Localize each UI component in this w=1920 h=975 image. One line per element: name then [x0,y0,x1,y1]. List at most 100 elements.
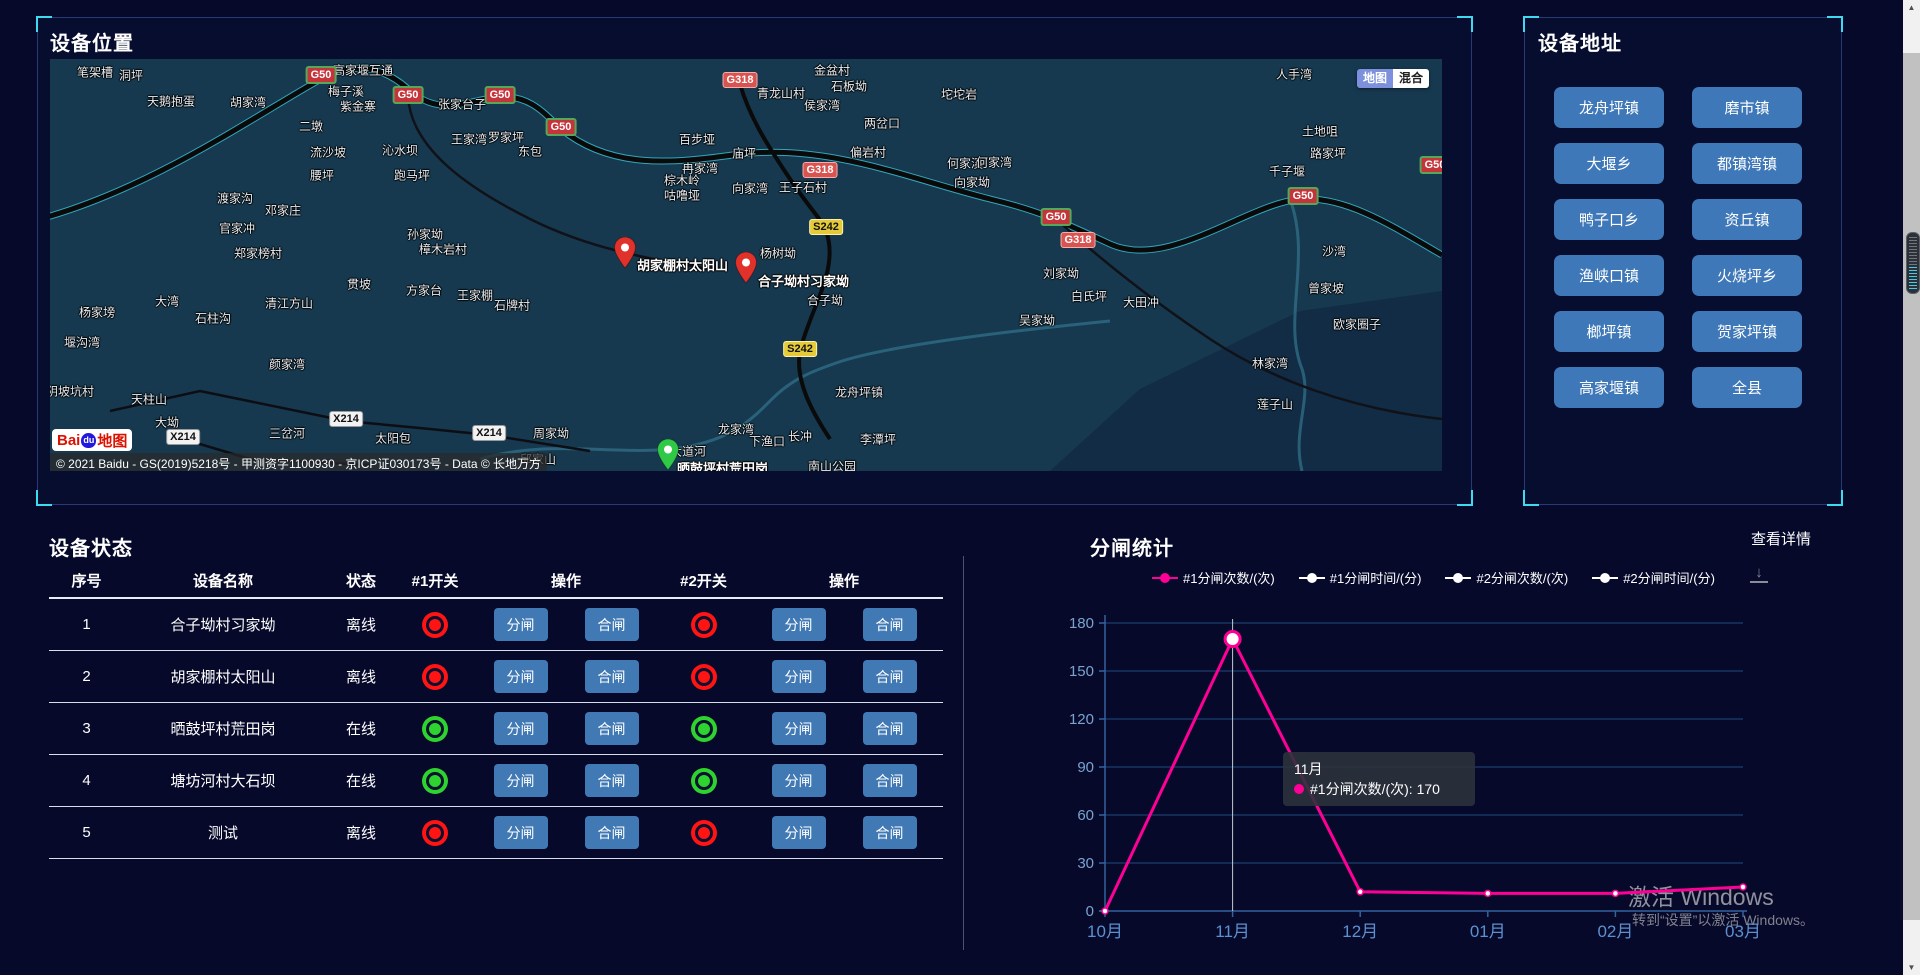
section-divider [963,556,964,950]
address-button[interactable]: 鸭子口乡 [1554,199,1664,240]
close-switch-button[interactable]: 合闸 [585,660,639,693]
map-place-label: 向家坳 [954,174,990,191]
switch-indicator-off [400,664,470,690]
scrollbar-widget[interactable] [1906,232,1920,294]
device-location-panel: 设备位置 笔架槽洞坪天鹅抱蛋胡家湾高家堰互通梅子溪紫金寨张家台子金盆村石板坳青龙… [37,17,1472,505]
operation-cell: 分闸 合闸 [470,816,662,849]
map-place-label: 东包 [518,143,542,160]
tooltip-title: 11月 [1294,759,1464,779]
open-switch-button[interactable]: 分闸 [772,712,826,745]
open-switch-button[interactable]: 分闸 [494,764,548,797]
map-type-option-map[interactable]: 地图 [1357,69,1393,88]
close-switch-button[interactable]: 合闸 [863,712,917,745]
cell-status: 离线 [322,666,400,687]
view-details-link[interactable]: 查看详情 [1751,528,1811,549]
legend-item[interactable]: #1分闸时间/(分) [1299,568,1422,587]
download-icon[interactable]: ↓ [1750,566,1768,583]
column-header: 序号 [49,570,124,591]
svg-text:0: 0 [1086,903,1094,920]
close-switch-button[interactable]: 合闸 [863,608,917,641]
operation-cell: 分闸 合闸 [470,712,662,745]
scrollbar-down-arrow[interactable]: ▼ [1903,963,1920,972]
legend-item[interactable]: #1分闸次数/(次) [1152,568,1275,587]
map-place-label: 张家台子 [438,96,486,113]
baidu-map[interactable]: 笔架槽洞坪天鹅抱蛋胡家湾高家堰互通梅子溪紫金寨张家台子金盆村石板坳青龙山村侯家湾… [50,59,1442,471]
baidu-logo: Baidu地图 [52,429,132,451]
status-section-title: 设备状态 [49,532,133,561]
svg-text:180: 180 [1069,615,1094,632]
open-switch-button[interactable]: 分闸 [772,608,826,641]
switch-indicator-off [400,820,470,846]
address-button[interactable]: 资丘镇 [1692,199,1802,240]
address-button[interactable]: 榔坪镇 [1554,311,1664,352]
scrollbar-thumb[interactable] [1903,53,1920,920]
map-place-label: 百步垭 [679,131,715,148]
map-type-option-hybrid[interactable]: 混合 [1393,69,1429,88]
road-shield: G318 [803,162,838,178]
open-switch-button[interactable]: 分闸 [494,660,548,693]
close-switch-button[interactable]: 合闸 [585,712,639,745]
map-pin-label: 合子坳村习家坳 [758,271,849,290]
legend-item[interactable]: #2分闸次数/(次) [1445,568,1568,587]
map-pin-red[interactable] [614,237,636,269]
map-type-control[interactable]: 地图 混合 [1357,69,1429,88]
column-header: 操作 [470,570,662,591]
address-button[interactable]: 火烧坪乡 [1692,255,1802,296]
operation-cell: 分闸 合闸 [470,764,662,797]
close-switch-button[interactable]: 合闸 [585,608,639,641]
map-place-label: 天鹅抱蛋 [147,93,195,110]
address-button[interactable]: 磨市镇 [1692,87,1802,128]
cell-index: 2 [49,668,124,685]
map-place-label: 周家坳 [533,425,569,442]
corner-decoration [1827,490,1843,506]
map-place-label: 庙坪 [732,145,756,162]
switch-indicator-on [400,768,470,794]
close-switch-button[interactable]: 合闸 [863,660,917,693]
legend-label: #1分闸时间/(分) [1330,568,1422,587]
map-place-label: 龙家湾 [718,421,754,438]
baidu-logo-text: Bai [57,432,80,449]
operation-cell: 分闸 合闸 [745,660,943,693]
column-header: 操作 [745,570,943,591]
close-switch-button[interactable]: 合闸 [585,816,639,849]
map-place-label: 杨家塝 [79,304,115,321]
close-switch-button[interactable]: 合闸 [863,816,917,849]
scrollbar-up-arrow[interactable]: ▲ [1903,3,1920,12]
address-button[interactable]: 渔峡口镇 [1554,255,1664,296]
address-button[interactable]: 全县 [1692,367,1802,408]
open-switch-button[interactable]: 分闸 [772,816,826,849]
address-button[interactable]: 都镇湾镇 [1692,143,1802,184]
open-switch-button[interactable]: 分闸 [494,816,548,849]
map-place-label: 沙湾 [1322,243,1346,260]
road-shield: G50 [393,86,424,104]
address-button[interactable]: 龙舟坪镇 [1554,87,1664,128]
address-button[interactable]: 大堰乡 [1554,143,1664,184]
map-pin-green[interactable] [657,439,679,471]
open-switch-button[interactable]: 分闸 [494,608,548,641]
map-place-label: 流沙坡 [310,144,346,161]
open-switch-button[interactable]: 分闸 [772,764,826,797]
legend-item[interactable]: #2分闸时间/(分) [1592,568,1715,587]
cell-status: 在线 [322,770,400,791]
corner-decoration [1457,490,1473,506]
map-place-label: 白氏坪 [1071,288,1107,305]
close-switch-button[interactable]: 合闸 [585,764,639,797]
map-panel-title: 设备位置 [50,27,134,56]
close-switch-button[interactable]: 合闸 [863,764,917,797]
map-place-label: 贯坡 [347,276,371,293]
table-row: 2胡家棚村太阳山离线分闸合闸分闸合闸 [49,651,943,703]
road-shield: G50 [1420,156,1442,174]
road-shield: S242 [783,341,817,357]
map-place-label: 李潭坪 [860,431,896,448]
open-switch-button[interactable]: 分闸 [494,712,548,745]
address-button[interactable]: 贺家坪镇 [1692,311,1802,352]
switch-indicator-off [662,820,745,846]
open-switch-button[interactable]: 分闸 [772,660,826,693]
map-pin-red[interactable] [735,252,757,284]
map-place-label: 胡家湾 [230,94,266,111]
address-button[interactable]: 高家堰镇 [1554,367,1664,408]
map-place-label: 腰坪 [310,167,334,184]
operation-cell: 分闸 合闸 [470,660,662,693]
map-place-label: 方家台 [406,282,442,299]
map-place-label: 官家冲 [219,220,255,237]
